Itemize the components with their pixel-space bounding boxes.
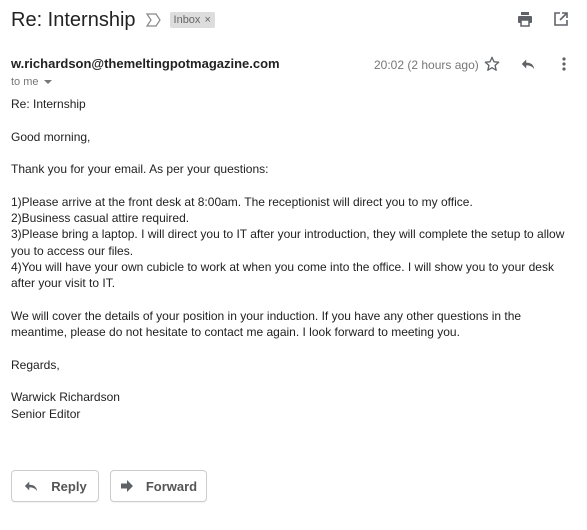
star-icon[interactable] [484,56,500,72]
body-line: We will cover the details of your positi… [11,308,522,340]
print-icon[interactable] [517,11,533,27]
signature-title: Senior Editor [11,406,81,421]
forward-icon [120,480,133,492]
top-toolbar [517,11,569,27]
body-line: Thank you for your email. As per your qu… [11,162,269,177]
body-line: 2)Business casual attire required. [11,211,190,226]
forward-button-label: Forward [145,478,198,494]
body-line: 1)Please arrive at the front desk at 8:0… [11,194,473,209]
label-remove-icon[interactable]: × [204,12,210,28]
caret-down-icon[interactable] [43,79,52,85]
reply-icon [25,481,38,492]
recipient-text: to me [11,76,39,88]
recipient-line: to me [11,76,52,88]
sender-address: w.richardson@themeltingpotmagazine.com [11,56,280,71]
email-subject: Re: Internship [11,8,136,31]
body-gap [11,177,571,193]
importance-marker-icon[interactable] [145,13,162,27]
body-gap [11,112,571,128]
signature-name: Warwick Richardson [11,390,120,405]
body-line: Regards, [11,357,60,372]
inbox-label-text: Inbox [173,14,201,26]
email-timestamp: 20:02 (2 hours ago) [374,58,479,72]
subject-row: Re: Internship Inbox × [11,6,215,34]
body-line: 4)You will have your own cubicle to work… [11,259,554,291]
more-vert-icon[interactable] [556,56,572,72]
body-gap [11,145,571,161]
reply-icon[interactable] [520,56,536,72]
forward-button[interactable]: Forward [110,470,207,502]
email-body: Re: Internship Good morning, Thank you f… [11,96,571,422]
inbox-label-chip[interactable]: Inbox × [169,12,215,28]
body-gap [11,340,571,356]
reply-button[interactable]: Reply [11,470,99,502]
body-gap [11,292,571,308]
message-actions [484,56,572,72]
body-line: Good morning, [11,129,91,144]
body-gap [11,373,571,389]
open-in-new-window-icon[interactable] [553,11,569,27]
body-line: Re: Internship [11,97,86,111]
reply-button-label: Reply [51,478,87,494]
body-line: 3)Please bring a laptop. I will direct y… [11,227,565,258]
